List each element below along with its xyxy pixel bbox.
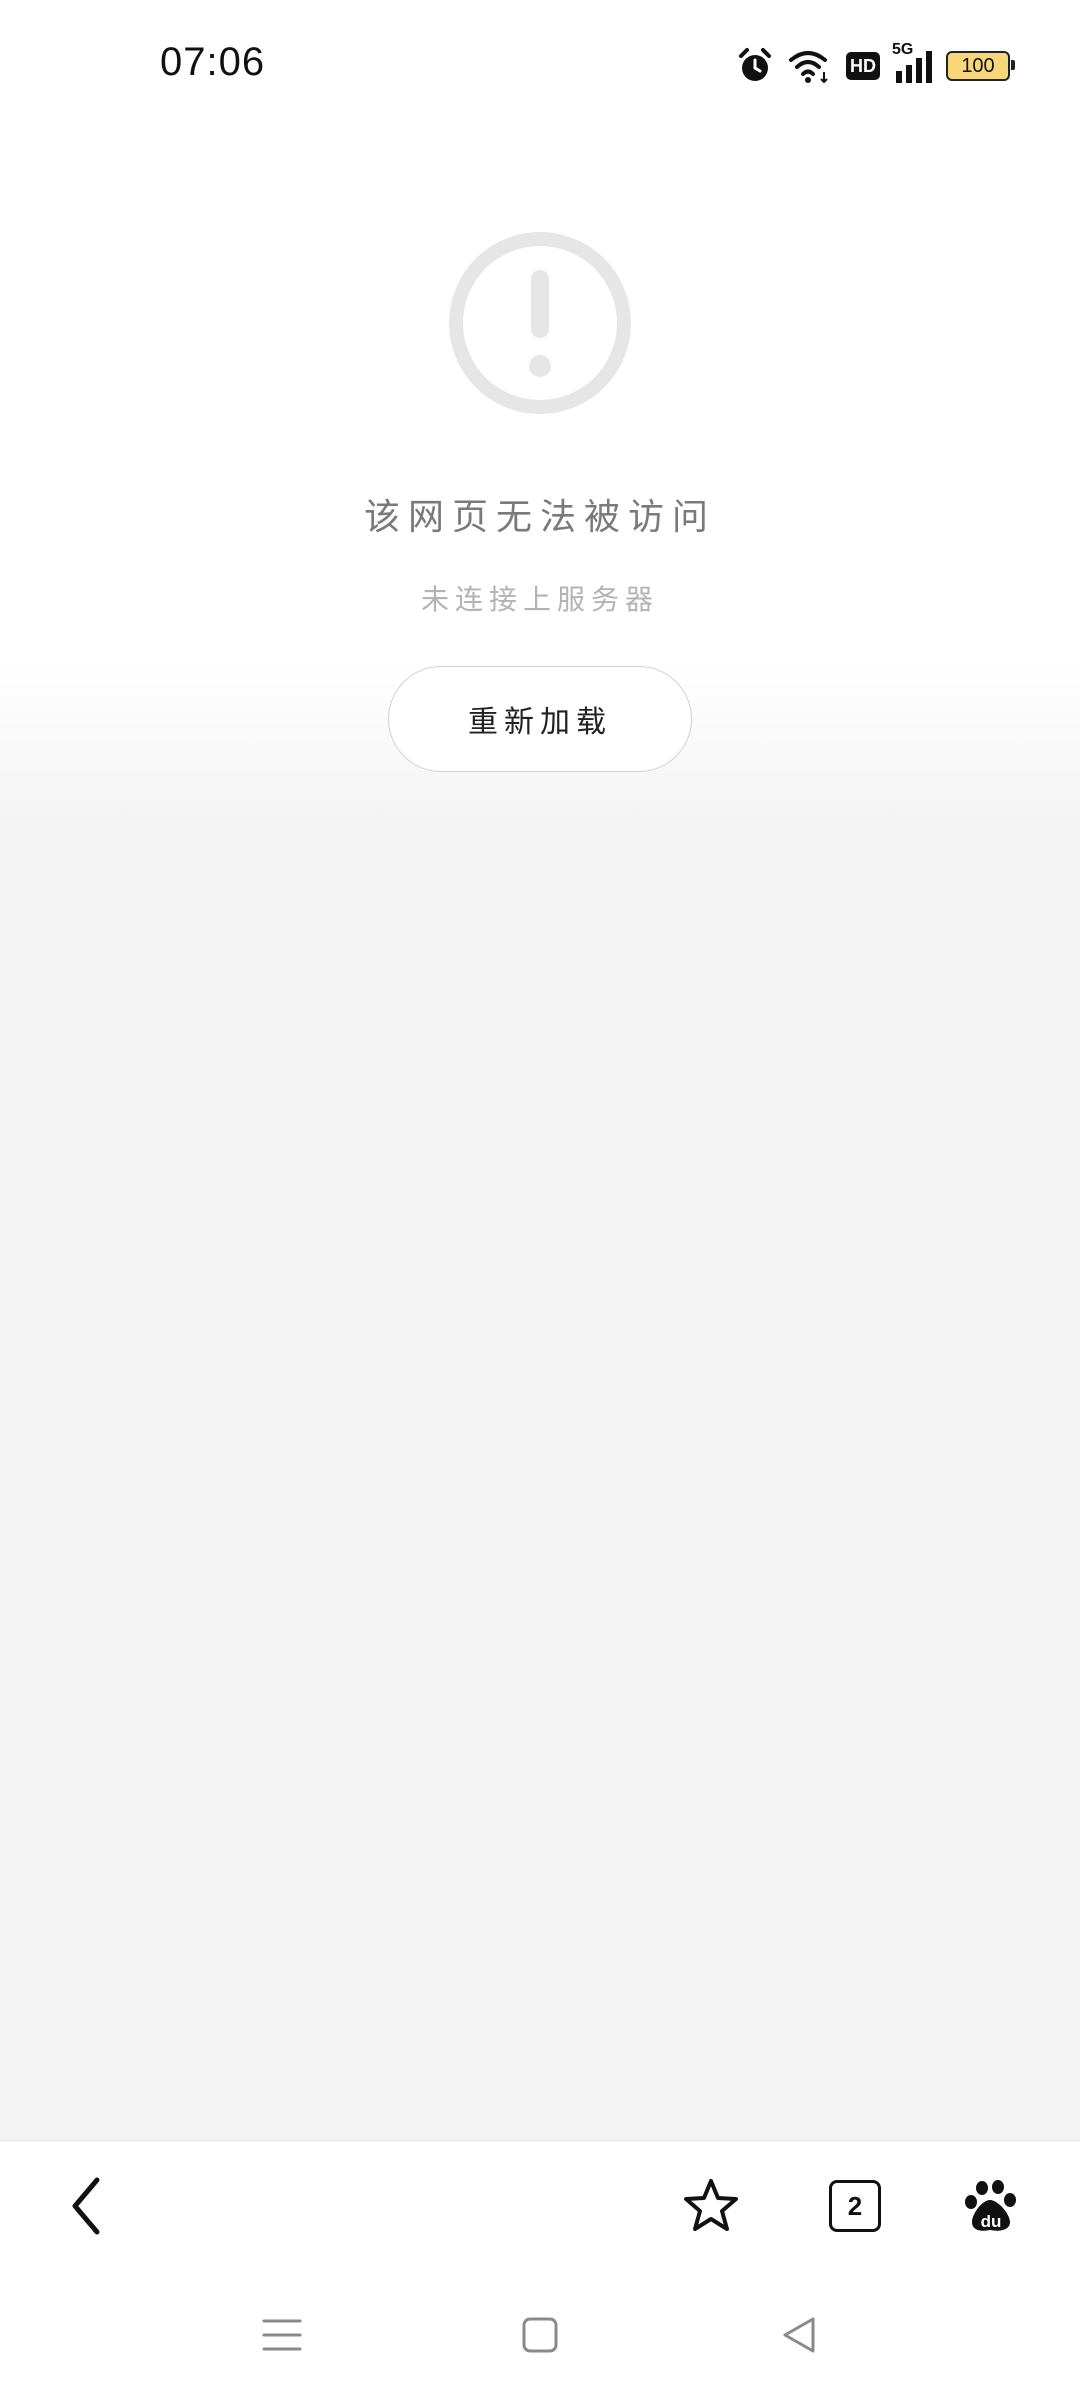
svg-text:du: du [981, 2212, 1002, 2231]
browser-toolbar: 2 du [0, 2140, 1080, 2271]
recents-button[interactable] [255, 2308, 309, 2362]
tab-count: 2 [829, 2180, 881, 2232]
exclamation-circle-icon [449, 232, 631, 414]
home-button[interactable] [513, 2308, 567, 2362]
system-back-button[interactable] [772, 2308, 826, 2362]
system-nav-bar [0, 2270, 1080, 2400]
battery-icon: 100 [946, 51, 1015, 81]
back-button[interactable] [52, 2171, 122, 2241]
wifi-icon [789, 51, 828, 84]
error-subtitle: 未连接上服务器 [420, 583, 659, 616]
bookmark-button[interactable] [676, 2171, 746, 2241]
status-icons: HD 5G 100 [736, 41, 1015, 86]
reload-button[interactable]: 重新加载 [388, 666, 692, 772]
tabs-button[interactable]: 2 [820, 2171, 890, 2241]
menu-icon [262, 2319, 302, 2351]
home-icon [522, 2317, 558, 2353]
network-type: 5G [892, 41, 914, 58]
status-time: 07:06 [160, 40, 266, 84]
back-chevron-icon [72, 2177, 100, 2235]
5g-signal-icon: 5G [892, 41, 932, 83]
back-triangle-icon [783, 2317, 815, 2353]
baidu-paw-icon: du [965, 2180, 1016, 2231]
star-icon [684, 2179, 738, 2231]
battery-level: 100 [961, 54, 995, 77]
status-bar: 07:06 HD 5G 100 [0, 0, 1080, 130]
hd-icon: HD [846, 52, 880, 80]
baidu-button[interactable]: du [957, 2171, 1027, 2241]
alarm-icon [739, 48, 771, 81]
error-title: 该网页无法被访问 [363, 497, 716, 538]
